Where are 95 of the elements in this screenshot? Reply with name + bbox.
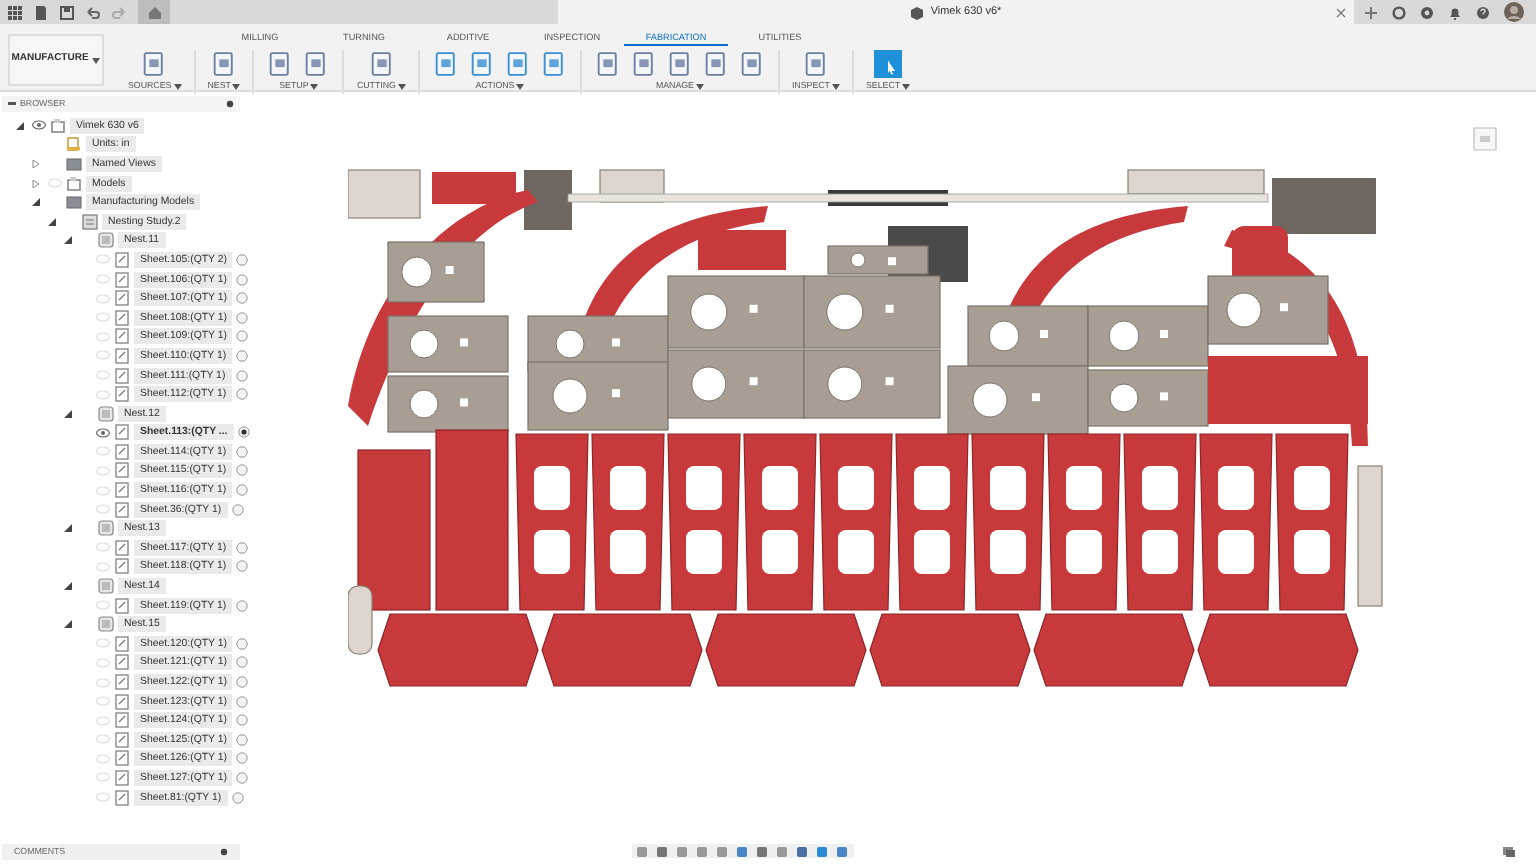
tool-icon[interactable] bbox=[539, 50, 568, 78]
component-icon bbox=[66, 175, 82, 192]
radio-icon[interactable] bbox=[236, 714, 249, 727]
collapse-arrow-icon[interactable] bbox=[64, 524, 72, 533]
home-button[interactable] bbox=[138, 0, 170, 24]
caret-icon bbox=[397, 83, 406, 90]
undo-icon[interactable] bbox=[86, 5, 100, 19]
radio-icon[interactable] bbox=[236, 292, 249, 305]
close-icon[interactable] bbox=[1336, 7, 1346, 17]
tool-icon[interactable] bbox=[665, 50, 694, 78]
file-icon[interactable] bbox=[34, 5, 48, 19]
study-icon bbox=[82, 213, 98, 230]
collapse-arrow-icon[interactable] bbox=[64, 236, 72, 245]
caret-icon bbox=[831, 83, 840, 90]
sync-icon[interactable] bbox=[1392, 5, 1406, 19]
tool-icon[interactable] bbox=[266, 50, 295, 78]
caret-icon bbox=[516, 83, 525, 90]
collapse-arrow-icon[interactable] bbox=[16, 121, 24, 130]
nest-icon bbox=[98, 578, 114, 595]
radio-icon[interactable] bbox=[236, 637, 249, 650]
caret-icon bbox=[92, 57, 101, 63]
collapse-arrow-icon[interactable] bbox=[48, 217, 56, 226]
tool-icon[interactable] bbox=[503, 50, 532, 78]
collapse-arrow-icon[interactable] bbox=[64, 620, 72, 629]
radio-icon[interactable] bbox=[236, 695, 249, 708]
radio-icon[interactable] bbox=[236, 349, 249, 362]
tool-icon[interactable] bbox=[140, 50, 169, 78]
collapse-arrow-icon[interactable] bbox=[32, 198, 40, 207]
tool-icon[interactable] bbox=[210, 50, 239, 78]
radio-icon[interactable] bbox=[236, 771, 249, 784]
collapse-arrow-icon[interactable] bbox=[64, 409, 72, 418]
radio-icon[interactable] bbox=[236, 541, 249, 554]
caret-icon bbox=[173, 83, 182, 90]
nest-icon bbox=[98, 520, 114, 537]
tool-icon[interactable] bbox=[593, 50, 622, 78]
caret-icon bbox=[695, 83, 704, 90]
radio-icon[interactable] bbox=[236, 752, 249, 765]
nest-icon bbox=[98, 232, 114, 249]
bell-icon[interactable] bbox=[1448, 5, 1462, 19]
component-icon bbox=[50, 117, 66, 134]
history-icon[interactable] bbox=[1420, 5, 1434, 19]
radio-icon[interactable] bbox=[237, 426, 250, 439]
radio-icon[interactable] bbox=[235, 369, 248, 382]
avatar-icon[interactable] bbox=[1504, 2, 1524, 22]
radio-icon[interactable] bbox=[236, 273, 249, 286]
expand-arrow-icon[interactable] bbox=[32, 159, 40, 168]
home-icon bbox=[147, 5, 161, 19]
folder-icon bbox=[66, 194, 82, 211]
pin-icon[interactable] bbox=[220, 848, 228, 856]
tool-icon[interactable] bbox=[431, 50, 460, 78]
expand-arrow-icon[interactable] bbox=[32, 179, 40, 188]
pin-icon[interactable] bbox=[226, 100, 234, 108]
radio-icon[interactable] bbox=[236, 560, 249, 573]
radio-icon[interactable] bbox=[236, 733, 249, 746]
redo-icon[interactable] bbox=[112, 5, 126, 19]
caret-icon bbox=[902, 83, 911, 90]
radio-icon[interactable] bbox=[231, 503, 244, 516]
tool-icon[interactable] bbox=[367, 50, 396, 78]
ruler-icon bbox=[66, 136, 82, 153]
sheet-icon bbox=[114, 597, 130, 614]
radio-icon[interactable] bbox=[236, 311, 249, 324]
tool-icon[interactable] bbox=[629, 50, 658, 78]
save-icon[interactable] bbox=[60, 5, 74, 19]
radio-icon[interactable] bbox=[236, 484, 249, 497]
cube-icon bbox=[910, 5, 925, 19]
collapse-icon[interactable] bbox=[8, 101, 16, 106]
tool-icon[interactable] bbox=[701, 50, 730, 78]
nest-icon bbox=[98, 616, 114, 633]
collapse-arrow-icon[interactable] bbox=[64, 582, 72, 591]
eye-icon[interactable] bbox=[95, 427, 109, 438]
radio-icon[interactable] bbox=[236, 599, 249, 612]
tool-icon[interactable] bbox=[801, 50, 830, 78]
radio-icon[interactable] bbox=[236, 388, 249, 401]
tool-icon[interactable] bbox=[467, 50, 496, 78]
radio-icon[interactable] bbox=[236, 330, 249, 343]
caret-icon bbox=[232, 83, 241, 90]
eye-icon[interactable] bbox=[31, 120, 45, 131]
sheet-icon bbox=[114, 251, 130, 268]
radio-icon[interactable] bbox=[236, 656, 249, 669]
select-cursor-icon[interactable] bbox=[874, 50, 903, 78]
chat-icon[interactable] bbox=[1502, 846, 1516, 858]
tool-icon[interactable] bbox=[302, 50, 331, 78]
help-icon[interactable] bbox=[1476, 5, 1490, 19]
radio-icon[interactable] bbox=[231, 791, 244, 804]
grid-menu-icon[interactable] bbox=[8, 5, 22, 19]
caret-icon bbox=[310, 83, 319, 90]
radio-icon[interactable] bbox=[236, 464, 249, 477]
nest-icon bbox=[98, 405, 114, 422]
tool-icon[interactable] bbox=[737, 50, 766, 78]
folder-icon bbox=[66, 155, 82, 172]
plus-icon[interactable] bbox=[1364, 5, 1378, 19]
radio-icon[interactable] bbox=[236, 253, 249, 266]
radio-icon[interactable] bbox=[236, 676, 249, 689]
sheet-icon bbox=[114, 789, 130, 806]
radio-icon[interactable] bbox=[236, 445, 249, 458]
